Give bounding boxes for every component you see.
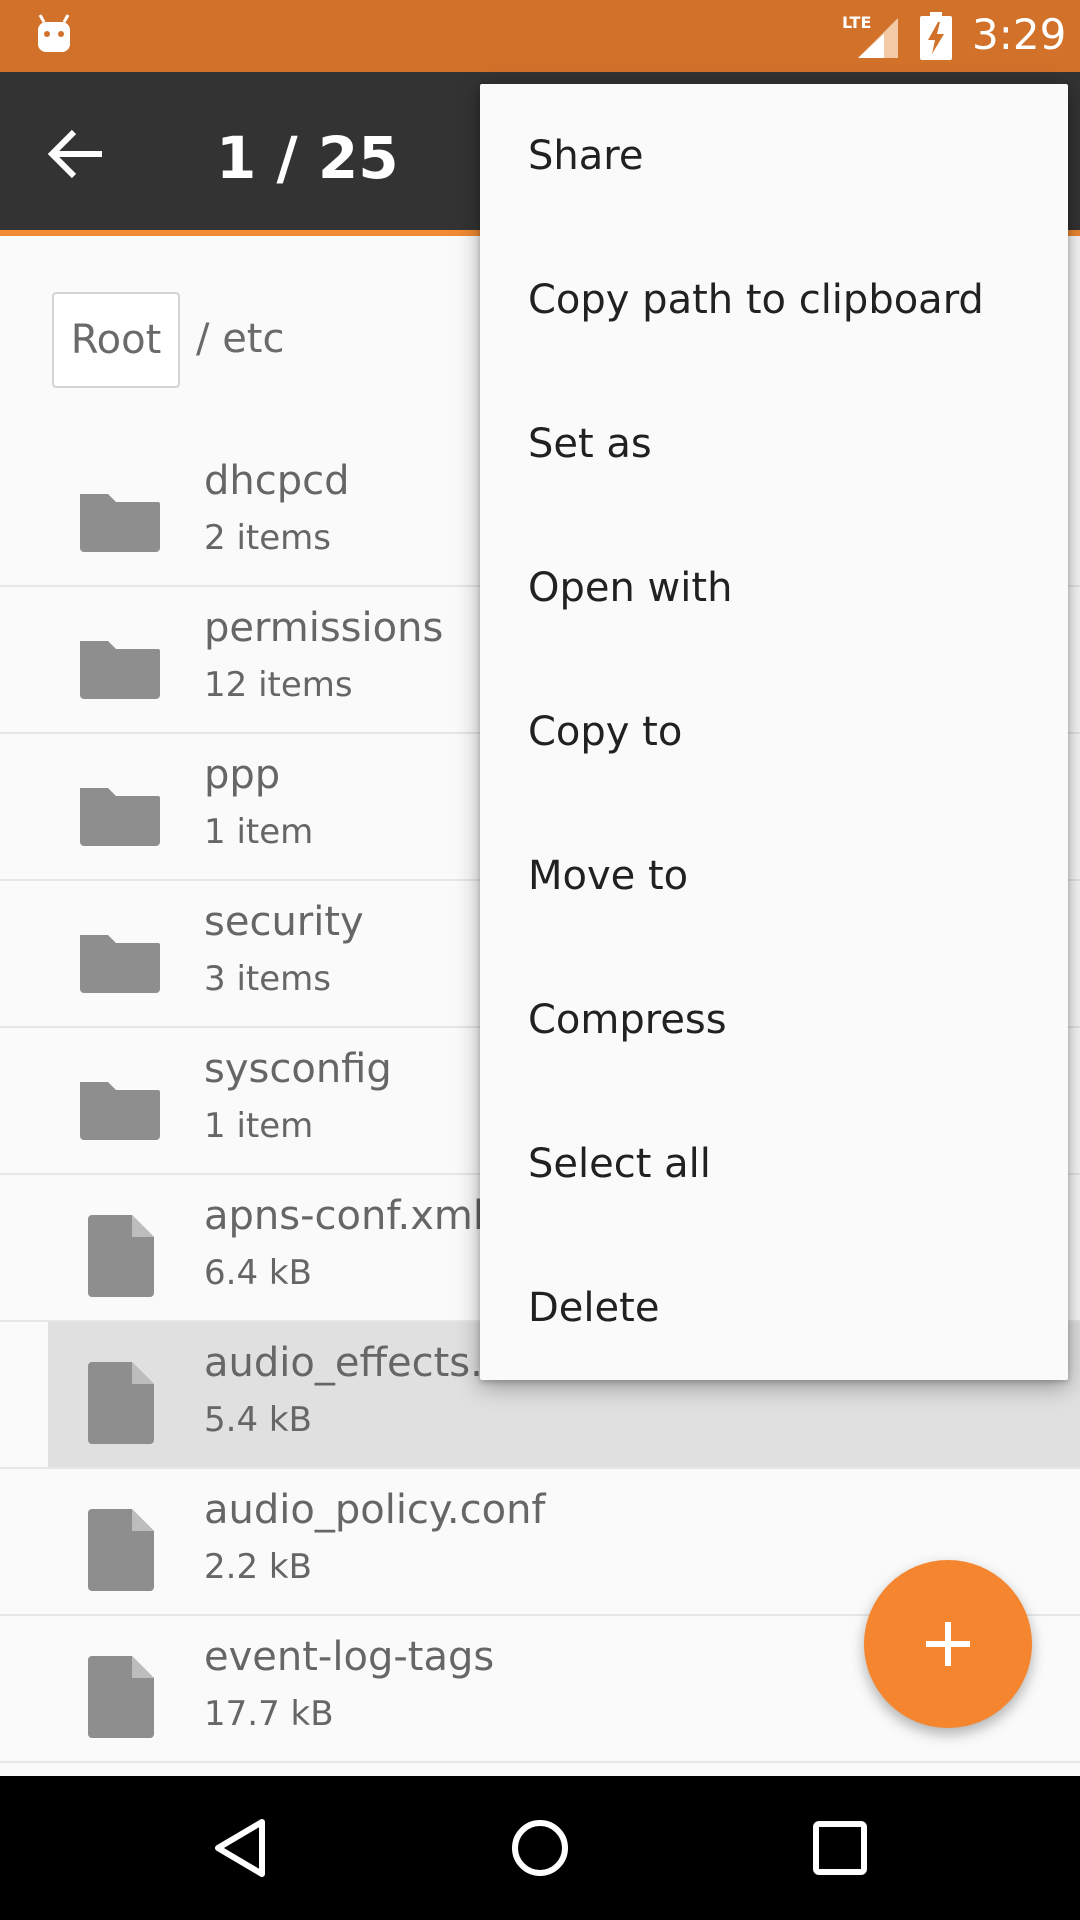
folder-icon xyxy=(80,788,160,846)
back-triangle-icon[interactable] xyxy=(204,1812,276,1884)
breadcrumb-root-button[interactable]: Root xyxy=(52,292,180,388)
breadcrumb-path[interactable]: / etc xyxy=(196,316,284,362)
menu-item-select-all[interactable]: Select all xyxy=(480,1092,1068,1236)
file-size: 1 item xyxy=(204,812,314,852)
lte-signal-icon: LTE xyxy=(842,12,898,58)
file-size: 6.4 kB xyxy=(204,1253,312,1293)
file-name: event-log-tags xyxy=(204,1634,495,1680)
file-icon xyxy=(88,1362,154,1444)
battery-charging-icon xyxy=(920,12,952,60)
android-notification-icon xyxy=(38,14,70,52)
file-size: 12 items xyxy=(204,665,353,705)
file-name: apns-conf.xml xyxy=(204,1193,484,1239)
menu-item-share[interactable]: Share xyxy=(480,84,1068,228)
arrow-back-icon[interactable] xyxy=(40,118,112,190)
file-icon xyxy=(88,1509,154,1591)
file-name: sysconfig xyxy=(204,1046,392,1092)
file-size: 2.2 kB xyxy=(204,1547,312,1587)
menu-item-move-to[interactable]: Move to xyxy=(480,804,1068,948)
system-nav-bar xyxy=(0,1776,1080,1920)
page-title: 1 / 25 xyxy=(216,124,399,192)
svg-text:LTE: LTE xyxy=(842,13,871,32)
folder-icon xyxy=(80,494,160,552)
status-bar: LTE 3:29 xyxy=(0,0,1080,72)
file-size: 5.4 kB xyxy=(204,1400,312,1440)
menu-item-open-with[interactable]: Open with xyxy=(480,516,1068,660)
menu-item-copy-path[interactable]: Copy path to clipboard xyxy=(480,228,1068,372)
folder-icon xyxy=(80,641,160,699)
file-size: 2 items xyxy=(204,518,331,558)
status-clock: 3:29 xyxy=(972,10,1067,59)
menu-item-delete[interactable]: Delete xyxy=(480,1236,1068,1380)
menu-item-set-as[interactable]: Set as xyxy=(480,372,1068,516)
file-name: ppp xyxy=(204,752,281,798)
folder-icon xyxy=(80,1082,160,1140)
file-name: audio_effects.c xyxy=(204,1340,505,1386)
file-name: security xyxy=(204,899,364,945)
home-circle-icon[interactable] xyxy=(504,1812,576,1884)
recents-square-icon[interactable] xyxy=(804,1812,876,1884)
file-name: dhcpcd xyxy=(204,458,350,504)
menu-item-compress[interactable]: Compress xyxy=(480,948,1068,1092)
overflow-menu: Share Copy path to clipboard Set as Open… xyxy=(480,84,1068,1380)
add-fab-button[interactable] xyxy=(864,1560,1032,1728)
file-name: permissions xyxy=(204,605,444,651)
menu-item-copy-to[interactable]: Copy to xyxy=(480,660,1068,804)
folder-icon xyxy=(80,935,160,993)
file-icon xyxy=(88,1215,154,1297)
file-size: 3 items xyxy=(204,959,331,999)
file-size: 17.7 kB xyxy=(204,1694,334,1734)
file-size: 1 item xyxy=(204,1106,314,1146)
file-name: audio_policy.conf xyxy=(204,1487,546,1533)
plus-icon xyxy=(926,1622,970,1666)
file-icon xyxy=(88,1656,154,1738)
